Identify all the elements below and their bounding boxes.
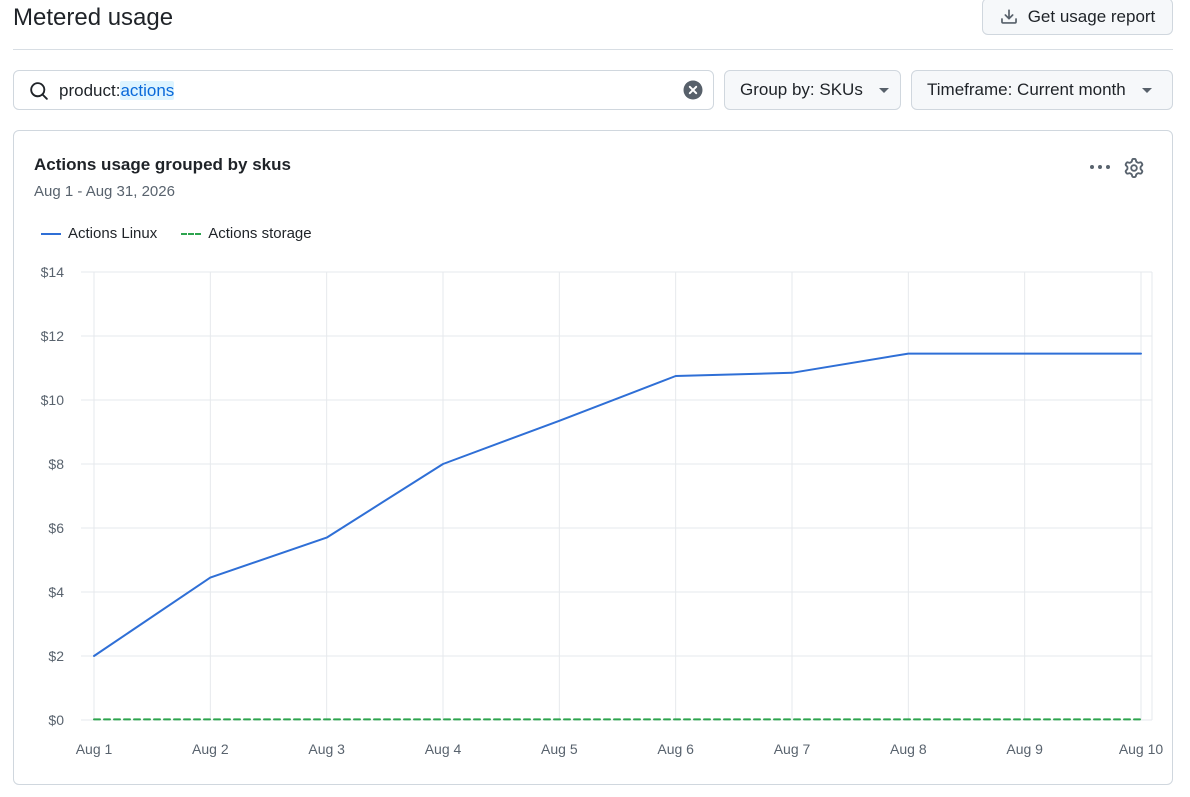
y-tick-label: $10 xyxy=(41,392,65,408)
x-tick-label: Aug 6 xyxy=(657,741,694,757)
page-header: Metered usage Get usage report xyxy=(13,0,1173,50)
usage-line-chart: $0 $2 $4 $6 $8 $10 $12 $14 Aug 1 Aug 2 Aug 3 Aug 4 A… xyxy=(41,264,1164,757)
y-tick-label: $14 xyxy=(41,264,65,280)
x-tick-label: Aug 1 xyxy=(76,741,113,757)
search-icon xyxy=(29,81,49,106)
y-tick-label: $2 xyxy=(48,648,64,664)
usage-chart-card: Actions usage grouped by skus Aug 1 - Au… xyxy=(13,130,1173,785)
y-tick-label: $6 xyxy=(48,520,64,536)
metered-usage-page: Metered usage Get usage report product:a… xyxy=(0,0,1190,797)
y-tick-label: $4 xyxy=(48,584,64,600)
usage-filter-search[interactable]: product:actions xyxy=(13,70,714,110)
chevron-down-icon xyxy=(1141,87,1152,93)
search-query-value: actions xyxy=(120,81,175,100)
page-title: Metered usage xyxy=(13,4,174,31)
x-tick-label: Aug 7 xyxy=(774,741,811,757)
x-tick-label: Aug 2 xyxy=(192,741,229,757)
clear-search-icon[interactable] xyxy=(683,80,703,105)
download-icon xyxy=(1000,8,1018,26)
get-usage-report-label: Get usage report xyxy=(1027,6,1156,26)
x-tick-label: Aug 9 xyxy=(1006,741,1043,757)
x-tick-label: Aug 3 xyxy=(308,741,345,757)
search-query[interactable]: product:actions xyxy=(59,80,175,102)
y-tick-label: $12 xyxy=(41,328,65,344)
get-usage-report-button[interactable]: Get usage report xyxy=(982,0,1173,35)
x-tick-label: Aug 8 xyxy=(890,741,927,757)
y-tick-label: $0 xyxy=(48,712,64,728)
x-tick-label: Aug 10 xyxy=(1119,741,1164,757)
x-tick-label: Aug 5 xyxy=(541,741,578,757)
timeframe-dropdown[interactable]: Timeframe: Current month xyxy=(911,70,1173,110)
series-line-actions-linux xyxy=(93,352,1142,657)
chevron-down-icon xyxy=(878,87,889,93)
timeframe-label: Timeframe: Current month xyxy=(927,80,1126,99)
group-by-dropdown[interactable]: Group by: SKUs xyxy=(724,70,901,110)
x-tick-label: Aug 4 xyxy=(425,741,462,757)
group-by-label: Group by: SKUs xyxy=(740,80,863,99)
y-tick-label: $8 xyxy=(48,456,64,472)
search-query-key: product: xyxy=(59,81,121,100)
